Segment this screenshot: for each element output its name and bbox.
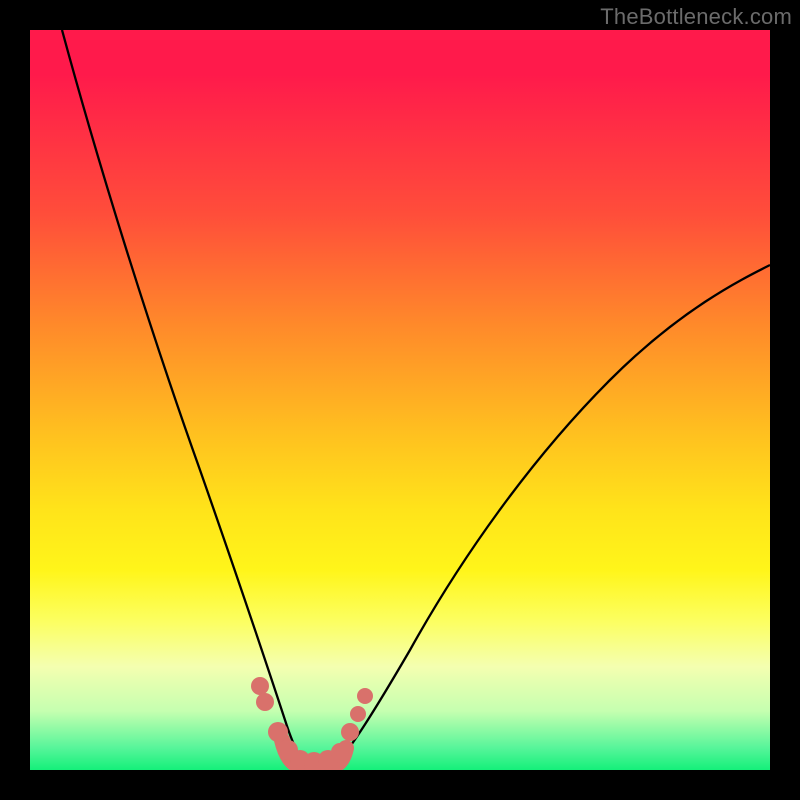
- marker-dot: [341, 723, 359, 741]
- marker-dot: [268, 722, 288, 742]
- marker-dot: [256, 693, 274, 711]
- marker-dot: [331, 743, 349, 761]
- marker-dot: [251, 677, 269, 695]
- plot-area: [30, 30, 770, 770]
- watermark-text: TheBottleneck.com: [600, 4, 792, 30]
- left-curve: [62, 30, 308, 765]
- marker-dot: [350, 706, 366, 722]
- marker-dot: [357, 688, 373, 704]
- curve-layer: [30, 30, 770, 770]
- right-curve: [335, 265, 770, 765]
- chart-frame: TheBottleneck.com: [0, 0, 800, 800]
